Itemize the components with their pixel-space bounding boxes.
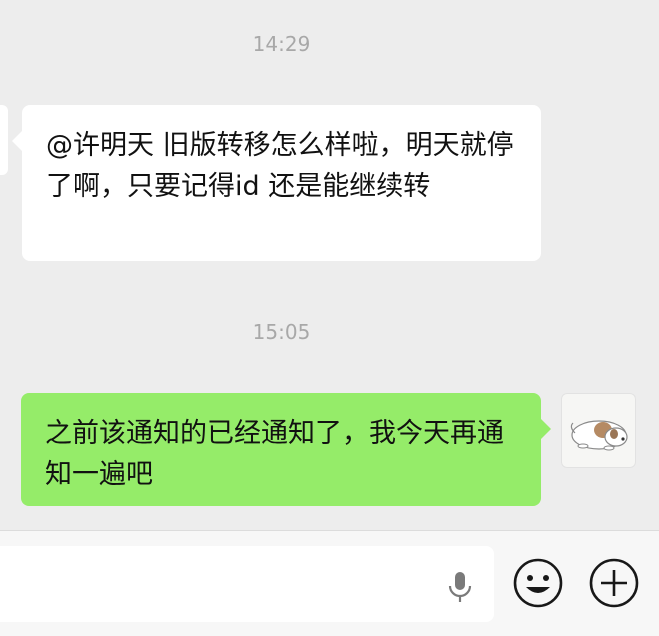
chat-input-bar [0, 530, 659, 636]
sender-avatar-partial[interactable] [0, 105, 8, 175]
outgoing-message-bubble[interactable]: 之前该通知的已经通知了，我今天再通知一遍吧 [21, 393, 551, 506]
message-text: 之前该通知的已经通知了，我今天再通知一遍吧 [45, 418, 504, 490]
message-text: @许明天 旧版转移怎么样啦，明天就停了啊，只要记得id 还是能继续转 [46, 130, 514, 202]
dog-avatar-icon [570, 420, 628, 451]
chat-message-area[interactable]: 14:29 @许明天 旧版转移怎么样啦，明天就停了啊，只要记得id 还是能继续转… [0, 0, 659, 530]
dog-avatar[interactable] [561, 393, 636, 468]
plus-circle-icon[interactable] [588, 557, 640, 609]
message-timestamp: 15:05 [252, 320, 311, 344]
message-input[interactable] [0, 546, 494, 622]
microphone-icon[interactable] [440, 566, 480, 606]
incoming-message-bubble[interactable]: @许明天 旧版转移怎么样啦，明天就停了啊，只要记得id 还是能继续转 [12, 105, 541, 261]
message-timestamp: 14:29 [252, 32, 311, 56]
smiley-icon[interactable] [512, 557, 564, 609]
